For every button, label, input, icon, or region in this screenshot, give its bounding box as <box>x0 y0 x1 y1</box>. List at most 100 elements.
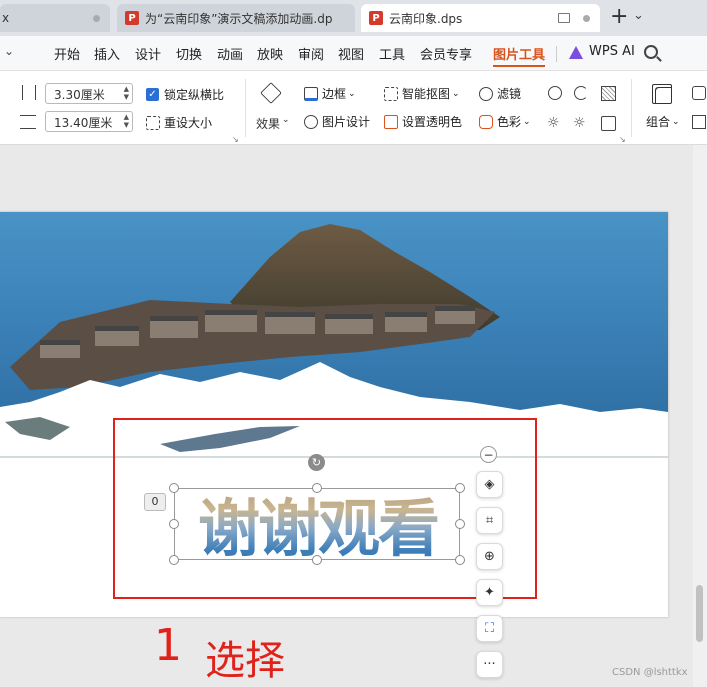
rotate-icon[interactable] <box>692 86 706 100</box>
height-value: 3.30厘米 <box>54 88 105 102</box>
smart-cutout-icon <box>384 86 398 101</box>
color-palette-icon <box>479 114 493 129</box>
new-tab-button[interactable]: + <box>610 4 628 29</box>
crop-icon: ⌗ <box>485 513 494 528</box>
separator <box>245 79 246 137</box>
tab-previous[interactable]: x <box>0 4 110 32</box>
lock-ratio-label: 锁定纵横比 <box>164 88 225 102</box>
collapse-toolbar-icon[interactable]: − <box>480 446 497 463</box>
tab-label: x <box>2 11 10 25</box>
smart-cutout-button[interactable]: 智能抠图 ⌄ <box>384 85 460 102</box>
crop-button[interactable]: ⌗ <box>476 507 503 534</box>
picture-design-label: 图片设计 <box>322 115 371 129</box>
picture-design-icon <box>304 114 318 129</box>
dialog-launcher-icon[interactable]: ↘ <box>232 135 239 144</box>
set-transparent-label: 设置透明色 <box>402 115 463 129</box>
menu-collapse-icon[interactable]: ⌄ <box>4 44 14 58</box>
menu-tools[interactable]: 工具 <box>379 44 405 63</box>
picture-design-button[interactable]: 图片设计 <box>304 113 370 130</box>
select-object-button[interactable]: ⛶ <box>476 615 503 642</box>
presentation-icon: P <box>369 11 383 25</box>
group-icon <box>652 84 672 104</box>
menu-home[interactable]: 开始 <box>54 44 80 63</box>
more-icon: ··· <box>483 657 496 672</box>
magic-wand-icon: ✦ <box>484 585 495 600</box>
scrollbar-thumb[interactable] <box>696 585 703 642</box>
group-label: 组合 <box>646 115 671 129</box>
color-button[interactable]: 色彩 ⌄ <box>479 113 531 130</box>
picture-compress-icon[interactable] <box>601 116 616 131</box>
chevron-down-icon: ⌄ <box>452 88 460 99</box>
menu-member[interactable]: 会员专享 <box>420 44 472 63</box>
transparency-icon[interactable] <box>601 86 616 101</box>
border-label: 边框 <box>322 87 347 101</box>
smart-cutout-label: 智能抠图 <box>402 87 451 101</box>
width-spinner-icon[interactable]: ▲ ▼ <box>124 113 129 129</box>
zoom-button[interactable]: ⊕ <box>476 543 503 570</box>
lock-ratio-checkbox[interactable]: ✓ 锁定纵横比 <box>146 86 224 103</box>
menu-transition[interactable]: 切换 <box>176 44 202 63</box>
filter-button[interactable]: 滤镜 <box>479 85 521 102</box>
height-icon <box>22 85 36 100</box>
layers-button[interactable]: ◈ <box>476 471 503 498</box>
tab-bar: x P 为“云南印象”演示文稿添加动画.dp P 云南印象.dps + ⌄ <box>0 0 707 36</box>
wps-ai-icon <box>569 46 583 59</box>
ribbon: 3.30厘米 ▲ ▼ 13.40厘米 ▲ ▼ ✓ 锁定纵横比 重设大小 效果 ⌄ 边… <box>0 71 707 145</box>
monitor-icon[interactable] <box>558 13 570 23</box>
set-transparent-button[interactable]: 设置透明色 <box>384 113 462 130</box>
reset-size-button[interactable]: 重设大小 <box>146 114 212 131</box>
watermark: CSDN @lshttkx <box>612 667 688 678</box>
checkbox-checked-icon: ✓ <box>146 88 159 101</box>
effects-button[interactable]: 效果 ⌄ <box>256 81 292 136</box>
menu-insert[interactable]: 插入 <box>94 44 120 63</box>
chevron-down-icon: ⌄ <box>282 115 290 125</box>
brightness-down-icon[interactable]: ☼ <box>547 115 560 131</box>
height-input[interactable]: 3.30厘米 ▲ ▼ <box>45 83 133 104</box>
menu-review[interactable]: 审阅 <box>298 44 324 63</box>
width-value: 13.40厘米 <box>54 116 113 130</box>
menu-wps-ai[interactable]: WPS AI <box>589 44 635 59</box>
width-input[interactable]: 13.40厘米 ▲ ▼ <box>45 111 133 132</box>
height-spinner-icon[interactable]: ▲ ▼ <box>124 85 129 101</box>
menu-picture-tools[interactable]: 图片工具 <box>493 44 546 67</box>
menu-slideshow[interactable]: 放映 <box>257 44 283 63</box>
menu-design[interactable]: 设计 <box>135 44 161 63</box>
reset-size-label: 重设大小 <box>164 116 213 130</box>
chevron-down-icon: ⌄ <box>672 116 680 127</box>
tab-yunnan-dps[interactable]: P 云南印象.dps <box>361 4 600 32</box>
filter-icon <box>479 86 493 101</box>
select-frame-icon: ⛶ <box>484 621 495 636</box>
annotation-label: 选择 <box>205 638 285 684</box>
filter-label: 滤镜 <box>497 87 522 101</box>
annotation-highlight-box <box>113 418 537 599</box>
menu-animation[interactable]: 动画 <box>217 44 243 63</box>
color-label: 色彩 <box>497 115 522 129</box>
menu-view[interactable]: 视图 <box>338 44 364 63</box>
chevron-down-icon: ⌄ <box>523 116 531 127</box>
group-button[interactable]: 组合 ⌄ <box>646 113 680 130</box>
border-icon <box>304 86 318 101</box>
tab-close-icon[interactable] <box>93 15 100 22</box>
tab-animation-doc[interactable]: P 为“云南印象”演示文稿添加动画.dp <box>117 4 355 32</box>
align-icon[interactable] <box>692 115 706 129</box>
border-button[interactable]: 边框 ⌄ <box>304 85 356 102</box>
chevron-down-icon: ⌄ <box>348 88 356 99</box>
menu-bar: ⌄ 开始 插入 设计 切换 动画 放映 审阅 视图 工具 会员专享 图片工具 W… <box>0 36 707 71</box>
brightness-up-icon[interactable]: ☼ <box>573 115 586 131</box>
search-icon-handle <box>656 56 662 62</box>
separator <box>631 79 632 137</box>
presentation-icon: P <box>125 11 139 25</box>
separator <box>556 46 557 62</box>
zoom-in-icon: ⊕ <box>484 549 495 564</box>
dialog-launcher-icon[interactable]: ↘ <box>619 135 626 144</box>
effects-label: 效果 <box>256 117 281 131</box>
width-icon <box>20 115 36 129</box>
tab-list-dropdown-icon[interactable]: ⌄ <box>633 8 644 23</box>
reset-size-icon <box>146 115 160 130</box>
contrast-icon[interactable] <box>574 86 588 100</box>
tab-close-icon[interactable] <box>583 15 590 22</box>
more-options-button[interactable]: ··· <box>476 651 503 678</box>
brightness-icon[interactable] <box>548 86 562 100</box>
tab-label: 为“云南印象”演示文稿添加动画.dp <box>145 11 333 26</box>
smart-beautify-button[interactable]: ✦ <box>476 579 503 606</box>
